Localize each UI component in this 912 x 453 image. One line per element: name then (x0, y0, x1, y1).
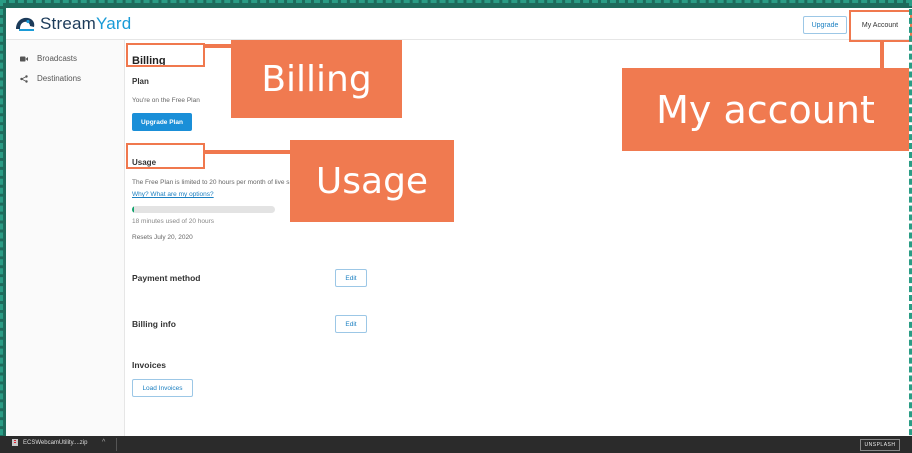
download-item[interactable]: ECSWebcamUtility....zip (12, 439, 87, 446)
usage-progress-bar (132, 206, 275, 213)
invoices-heading: Invoices (132, 360, 167, 370)
usage-callout-connector (205, 150, 291, 154)
video-camera-icon (20, 55, 28, 63)
streamyard-logo-icon (16, 17, 35, 31)
billing-callout-connector (205, 44, 232, 48)
sidebar-item-label: Destinations (37, 74, 82, 83)
chevron-up-icon[interactable]: ^ (102, 439, 105, 446)
streamyard-logo[interactable]: StreamYard (14, 14, 131, 34)
zip-file-icon (12, 439, 18, 446)
billing-highlight-box (126, 43, 205, 67)
unsplash-badge: UNSPLASH (860, 439, 900, 451)
plan-heading: Plan (132, 77, 149, 86)
sidebar: Broadcasts Destinations (6, 40, 125, 436)
upgrade-plan-button[interactable]: Upgrade Plan (132, 113, 192, 131)
upgrade-button[interactable]: Upgrade (803, 16, 847, 34)
sidebar-item-broadcasts[interactable]: Broadcasts (20, 54, 77, 63)
load-invoices-button[interactable]: Load Invoices (132, 379, 193, 397)
download-filename: ECSWebcamUtility....zip (23, 439, 88, 446)
taskbar: ECSWebcamUtility....zip ^ UNSPLASH (0, 436, 912, 453)
usage-progress-fill (132, 206, 135, 213)
usage-reset-text: Resets July 20, 2020 (132, 234, 193, 241)
share-icon (20, 74, 28, 83)
usage-highlight-box (126, 143, 205, 169)
edit-payment-button[interactable]: Edit (335, 269, 367, 287)
sidebar-item-destinations[interactable]: Destinations (20, 74, 81, 83)
top-header: StreamYard Upgrade My Account (6, 8, 912, 40)
sidebar-item-label: Broadcasts (37, 54, 78, 63)
edit-billing-info-button[interactable]: Edit (335, 315, 367, 333)
payment-method-heading: Payment method (132, 273, 201, 283)
usage-callout: Usage (290, 140, 454, 222)
options-link[interactable]: Why? What are my options? (132, 191, 214, 198)
billing-info-heading: Billing info (132, 319, 176, 329)
billing-callout: Billing (231, 40, 402, 118)
my-account-callout-connector (880, 42, 884, 70)
plan-status-text: You're on the Free Plan (132, 97, 200, 104)
logo-text: StreamYard (40, 14, 132, 33)
usage-limit-text: The Free Plan is limited to 20 hours per… (132, 179, 290, 186)
my-account-callout: My account (622, 68, 909, 151)
taskbar-divider (116, 438, 117, 451)
usage-amount-text: 18 minutes used of 20 hours (132, 218, 215, 225)
my-account-highlight-box (849, 10, 912, 42)
